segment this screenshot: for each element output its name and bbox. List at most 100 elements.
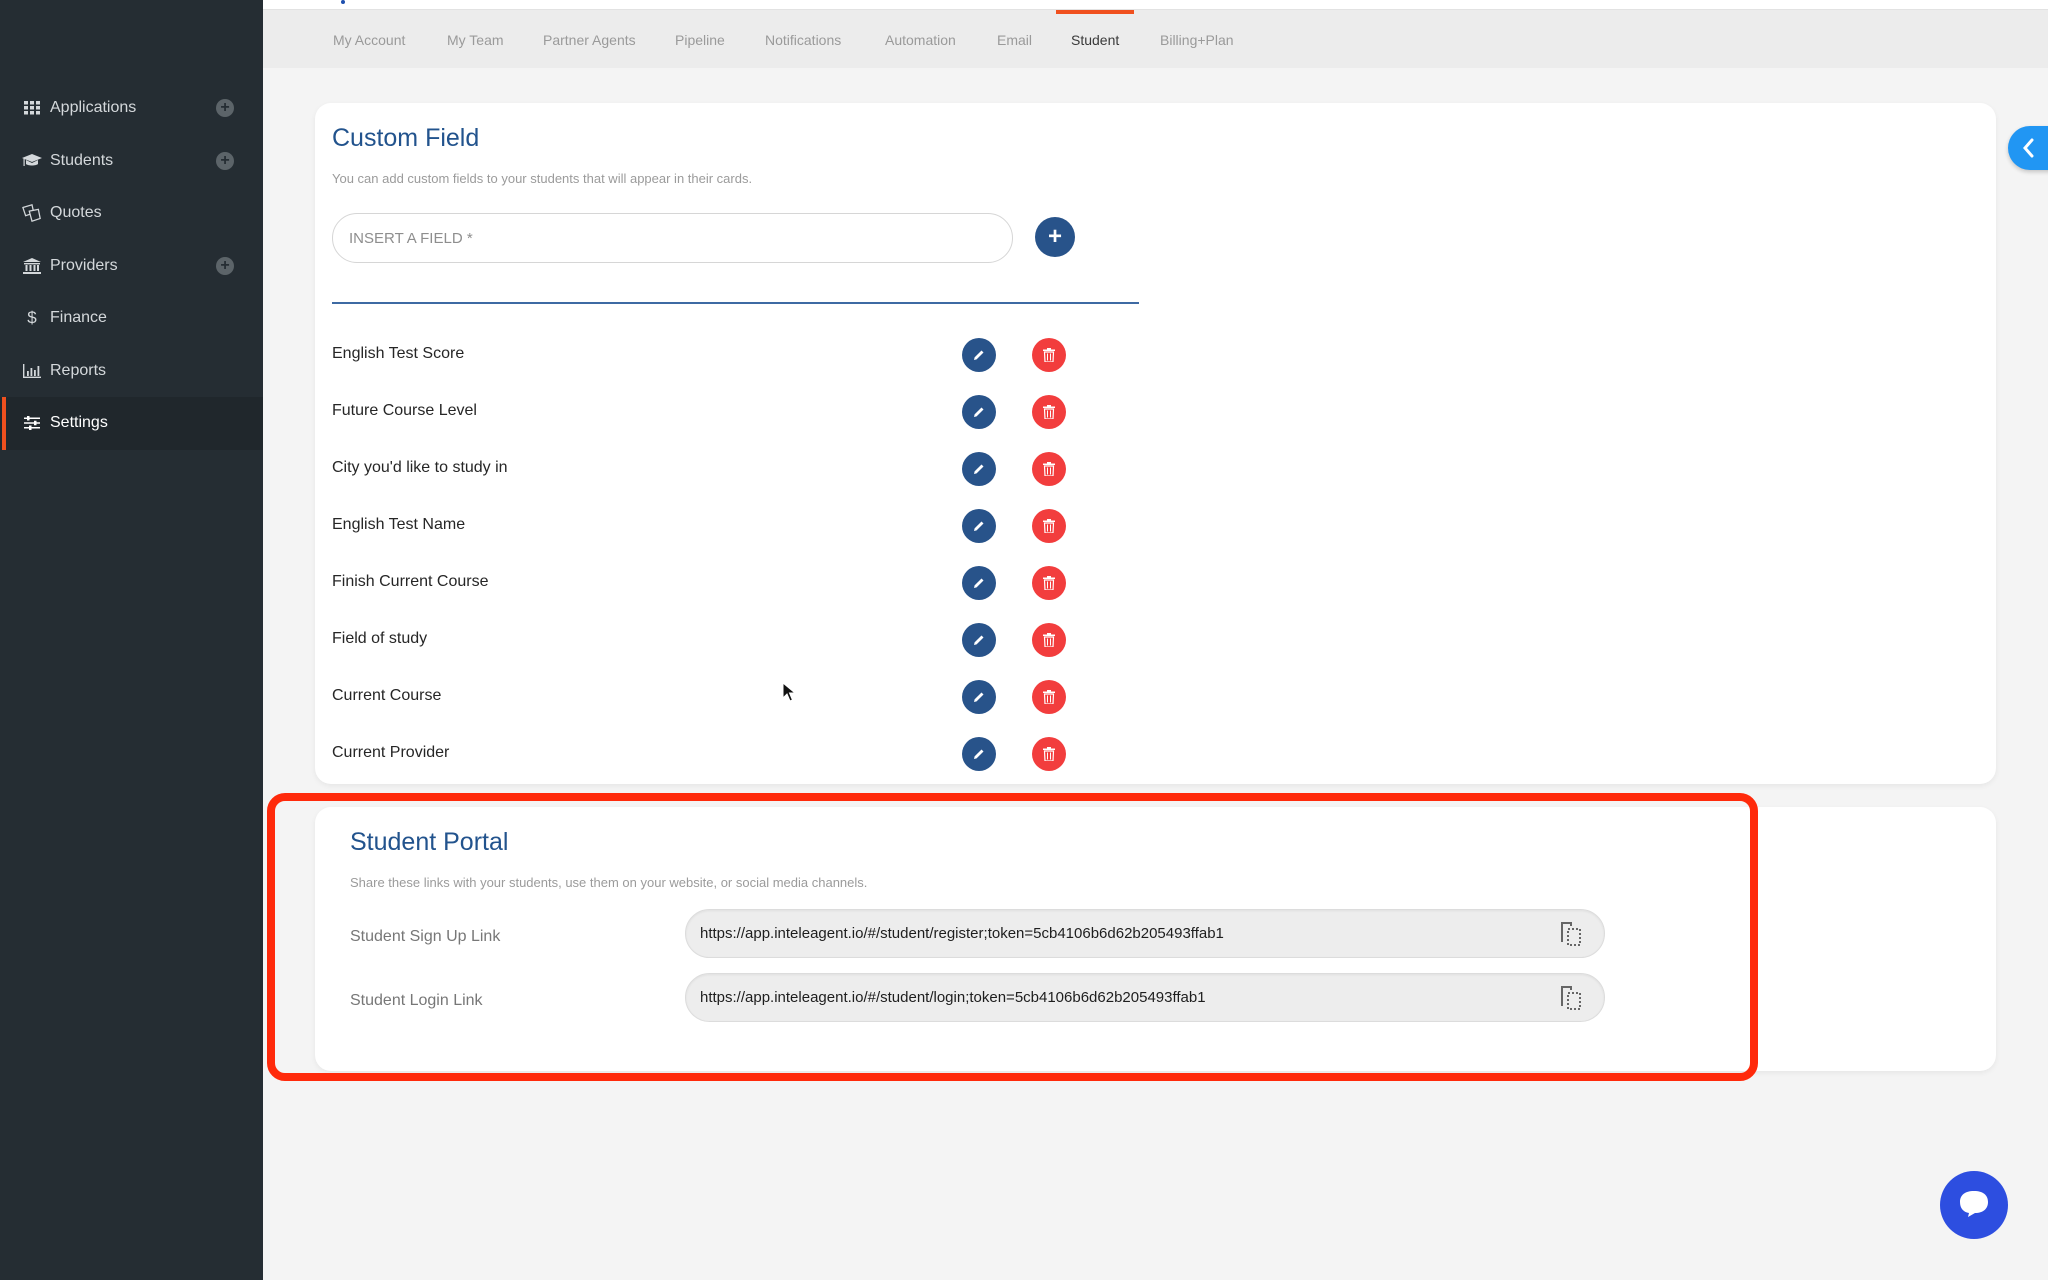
edit-field-button[interactable] (962, 509, 996, 543)
custom-field-subtitle: You can add custom fields to your studen… (332, 171, 753, 186)
delete-field-button[interactable] (1032, 338, 1066, 372)
edit-field-button[interactable] (962, 338, 996, 372)
add-field-button[interactable]: + (1035, 217, 1075, 257)
pencil-icon (974, 464, 984, 474)
edit-field-button[interactable] (962, 623, 996, 657)
trash-icon (1043, 576, 1055, 590)
trash-icon (1043, 405, 1055, 419)
pencil-icon (974, 749, 984, 759)
field-label: English Test Name (332, 516, 466, 533)
field-row: City you'd like to study in (332, 449, 1132, 489)
login-link-label: Student Login Link (350, 992, 483, 1009)
sidebar-item-label: Reports (50, 361, 107, 379)
grid-icon (22, 98, 42, 118)
field-divider (332, 302, 1139, 304)
copy-icon (1561, 986, 1581, 1010)
edit-field-button[interactable] (962, 452, 996, 486)
tab-notifications[interactable]: Notifications (765, 10, 841, 68)
chevron-left-icon (2023, 138, 2034, 158)
chat-bubble-icon (1960, 1191, 1988, 1217)
sidebar-item-reports[interactable]: Reports (0, 345, 263, 398)
sidebar-item-quotes[interactable]: Quotes (0, 187, 263, 240)
delete-field-button[interactable] (1032, 509, 1066, 543)
delete-field-button[interactable] (1032, 452, 1066, 486)
copy-signup-link-button[interactable] (1558, 920, 1586, 948)
field-label: Finish Current Course (332, 573, 489, 590)
login-link-field[interactable]: https://app.inteleagent.io/#/student/log… (685, 973, 1605, 1022)
field-label: English Test Score (332, 345, 465, 362)
trash-icon (1043, 462, 1055, 476)
delete-field-button[interactable] (1032, 623, 1066, 657)
signup-link-value[interactable]: https://app.inteleagent.io/#/student/reg… (700, 925, 1224, 942)
institution-icon (22, 256, 42, 276)
tab-partner-agents[interactable]: Partner Agents (543, 10, 636, 68)
sidebar-item-label: Students (50, 151, 114, 169)
tab-automation[interactable]: Automation (885, 10, 956, 68)
field-row: Current Course (332, 677, 1132, 717)
copy-login-link-button[interactable] (1558, 984, 1586, 1012)
add-provider-button[interactable]: + (216, 256, 234, 275)
quotes-icon (22, 203, 42, 223)
tab-student[interactable]: Student (1055, 10, 1135, 68)
insert-field-input[interactable] (332, 213, 1013, 263)
logo-fragment (341, 0, 345, 4)
chat-widget-button[interactable] (1940, 1171, 2008, 1239)
signup-link-field[interactable]: https://app.inteleagent.io/#/student/reg… (685, 909, 1605, 958)
tab-my-team[interactable]: My Team (447, 10, 504, 68)
delete-field-button[interactable] (1032, 395, 1066, 429)
field-row: Current Provider (332, 734, 1132, 774)
pencil-icon (974, 521, 984, 531)
trash-icon (1043, 690, 1055, 704)
edit-field-button[interactable] (962, 395, 996, 429)
sidebar-nav: Applications + Students + Quotes Provide… (0, 82, 263, 450)
tab-email[interactable]: Email (997, 10, 1032, 68)
add-application-button[interactable]: + (216, 99, 234, 118)
add-student-button[interactable]: + (216, 151, 234, 170)
field-row: Future Course Level (332, 392, 1132, 432)
field-row: English Test Score (332, 335, 1132, 375)
field-label: Future Course Level (332, 402, 477, 419)
header-strip (263, 0, 2048, 10)
student-portal-title: Student Portal (350, 828, 509, 856)
pencil-icon (974, 692, 984, 702)
sidebar-item-label: Providers (50, 256, 118, 274)
edit-field-button[interactable] (962, 566, 996, 600)
sidebar-item-label: Quotes (50, 204, 102, 222)
delete-field-button[interactable] (1032, 737, 1066, 771)
pencil-icon (974, 350, 984, 360)
graduation-cap-icon (22, 151, 42, 171)
field-row: Field of study (332, 620, 1132, 660)
login-link-value[interactable]: https://app.inteleagent.io/#/student/log… (700, 989, 1206, 1006)
trash-icon (1043, 348, 1055, 362)
edit-field-button[interactable] (962, 680, 996, 714)
field-label: Field of study (332, 630, 428, 647)
sidebar-item-settings[interactable]: Settings (0, 397, 263, 450)
tab-my-account[interactable]: My Account (333, 10, 405, 68)
sidebar-item-label: Settings (50, 414, 108, 432)
signup-link-label: Student Sign Up Link (350, 928, 501, 945)
tab-billing-plan[interactable]: Billing+Plan (1160, 10, 1234, 68)
sliders-icon (22, 413, 42, 433)
sidebar-item-label: Applications (50, 99, 137, 117)
tab-pipeline[interactable]: Pipeline (675, 10, 725, 68)
sidebar-item-finance[interactable]: $ Finance (0, 292, 263, 345)
sidebar-item-students[interactable]: Students + (0, 135, 263, 188)
edit-field-button[interactable] (962, 737, 996, 771)
student-portal-subtitle: Share these links with your students, us… (350, 875, 868, 890)
collapse-panel-button[interactable] (2008, 126, 2048, 170)
field-label: Current Provider (332, 744, 450, 761)
trash-icon (1043, 747, 1055, 761)
pencil-icon (974, 407, 984, 417)
sidebar-item-applications[interactable]: Applications + (0, 82, 263, 135)
field-row: Finish Current Course (332, 563, 1132, 603)
settings-tabs: My Account My Team Partner Agents Pipeli… (263, 10, 2048, 68)
trash-icon (1043, 633, 1055, 647)
custom-field-title: Custom Field (332, 124, 480, 152)
sidebar-item-providers[interactable]: Providers + (0, 240, 263, 293)
delete-field-button[interactable] (1032, 680, 1066, 714)
sidebar-item-label: Finance (50, 309, 107, 327)
dollar-icon: $ (27, 308, 37, 328)
delete-field-button[interactable] (1032, 566, 1066, 600)
trash-icon (1043, 519, 1055, 533)
sidebar: Applications + Students + Quotes Provide… (0, 0, 263, 1280)
